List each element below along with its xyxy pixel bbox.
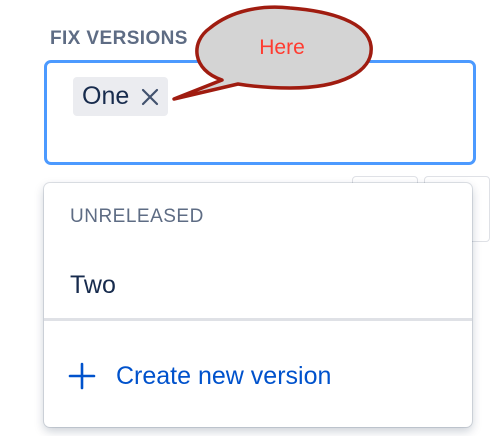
annotation-text: Here — [259, 36, 305, 59]
annotation-callout — [172, 5, 373, 101]
